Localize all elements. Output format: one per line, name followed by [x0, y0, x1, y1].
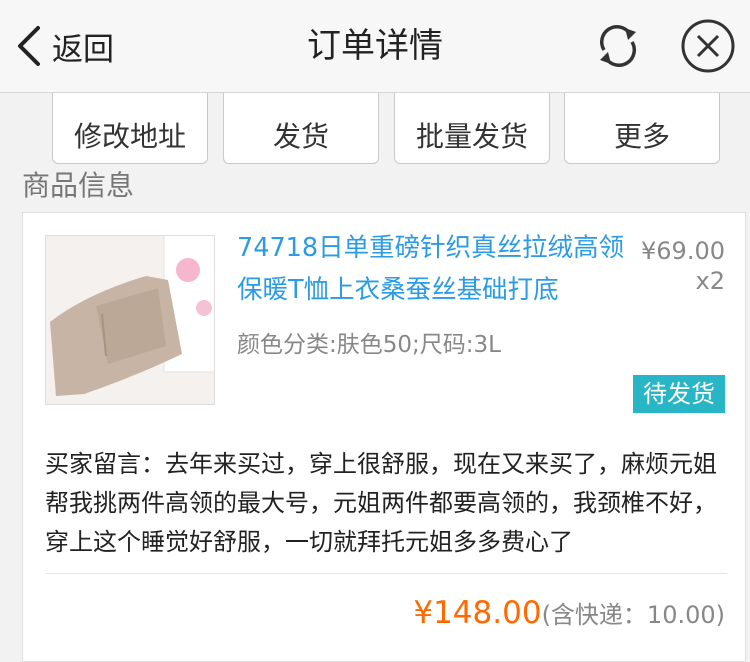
product-thumbnail[interactable]: [45, 235, 215, 405]
product-title-link[interactable]: 74718日单重磅针织真丝拉绒高领保暖T恤上衣桑蚕丝基础打底: [237, 227, 637, 311]
unit-price: ¥69.00: [641, 237, 725, 265]
buyer-message: 买家留言：去年来买过，穿上很舒服，现在又来买了，麻烦元姐帮我挑两件高领的最大号，…: [45, 450, 717, 556]
product-card: 74718日单重磅针织真丝拉绒高领保暖T恤上衣桑蚕丝基础打底 ¥69.00 x2…: [22, 212, 746, 662]
shipping-fee: (含快递：10.00): [541, 601, 725, 629]
quantity: x2: [695, 267, 725, 295]
close-icon[interactable]: [680, 18, 736, 74]
ship-button[interactable]: 发货: [223, 82, 379, 164]
refresh-icon[interactable]: [592, 20, 644, 72]
total-amount: ¥148.00: [413, 595, 542, 631]
edit-address-button[interactable]: 修改地址: [52, 82, 208, 164]
batch-ship-button[interactable]: 批量发货: [394, 82, 550, 164]
status-badge: 待发货: [633, 375, 725, 413]
order-total: ¥148.00(含快递：10.00): [413, 595, 725, 631]
divider: [45, 573, 727, 574]
more-button[interactable]: 更多: [564, 82, 720, 164]
top-nav-bar: 返回 订单详情: [0, 0, 750, 93]
sku-spec: 颜色分类:肤色50;尺码:3L: [237, 332, 501, 358]
section-title-product-info: 商品信息: [22, 169, 135, 202]
